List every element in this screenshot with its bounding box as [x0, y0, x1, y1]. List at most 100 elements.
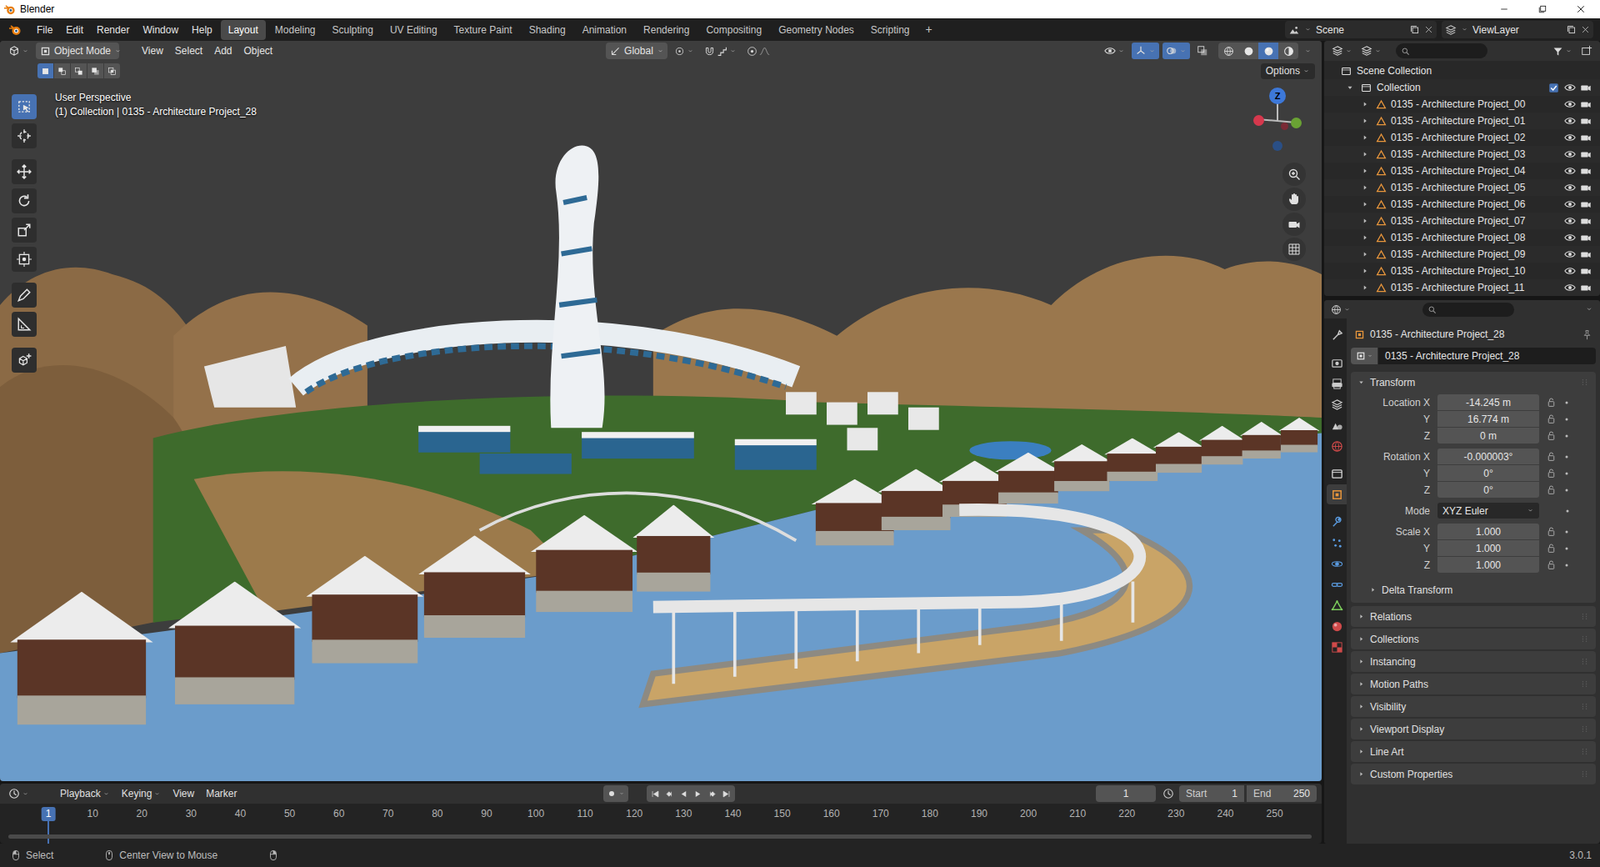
row-label[interactable]: 0135 - Architecture Project_03 [1390, 146, 1565, 162]
field-value[interactable]: 16.774 m [1467, 411, 1510, 427]
transform-tool[interactable] [11, 246, 37, 272]
workspace-tab[interactable]: Compositing [698, 20, 770, 40]
object-browse-button[interactable] [1350, 347, 1378, 365]
field-value[interactable]: 0° [1483, 465, 1493, 481]
start-frame-field[interactable]: Start1 [1179, 785, 1245, 802]
properties-editor[interactable]: 0135 - Architecture Project_280135 - Arc… [1324, 300, 1600, 844]
row-label[interactable]: Collection [1376, 80, 1549, 95]
panel-header[interactable]: Visibility [1350, 695, 1596, 717]
field-value[interactable]: 0 m [1480, 428, 1497, 444]
texture-tab[interactable] [1326, 636, 1347, 657]
pivot-button[interactable] [670, 42, 698, 60]
panel-title[interactable]: Motion Paths [1370, 676, 1575, 692]
addcube-tool[interactable] [11, 347, 37, 373]
panel-title[interactable]: Viewport Display [1370, 721, 1575, 737]
editor-type-button[interactable] [1328, 304, 1354, 315]
current-frame[interactable]: 1 [1123, 785, 1130, 801]
negative-x-handle[interactable] [1280, 122, 1289, 130]
render-toggle[interactable] [1580, 231, 1592, 244]
hand-view-button[interactable] [1282, 187, 1306, 211]
menu-item[interactable]: Help [185, 20, 220, 40]
select-mode-button[interactable] [37, 63, 54, 79]
row-label[interactable]: 0135 - Architecture Project_06 [1390, 196, 1565, 212]
select-mode-button[interactable] [87, 63, 104, 79]
navigation-gizmo[interactable]: Z [1242, 85, 1313, 156]
lock-icon[interactable] [1545, 450, 1557, 462]
expand-toggle[interactable] [1360, 233, 1376, 242]
visibility-button[interactable] [1100, 42, 1129, 60]
field-value[interactable]: XYZ Euler [1442, 503, 1527, 519]
lock-icon[interactable] [1545, 413, 1557, 425]
panel-header[interactable]: Transform [1350, 371, 1596, 393]
keyframe-icon[interactable] [1561, 451, 1572, 462]
render-toggle[interactable] [1580, 248, 1592, 260]
field-value[interactable]: 1.000 [1475, 524, 1501, 540]
playhead[interactable] [47, 820, 50, 844]
panel-title[interactable]: Relations [1370, 609, 1575, 625]
timeline-menu-label[interactable]: Marker [205, 785, 237, 801]
pin-icon[interactable] [1581, 329, 1593, 340]
shading-button[interactable] [1238, 42, 1259, 60]
visibility-toggle[interactable] [1564, 198, 1576, 210]
number-field[interactable]: -14.245 m [1437, 394, 1540, 410]
row-label[interactable]: 0135 - Architecture Project_02 [1390, 130, 1565, 145]
timeline-menu-label[interactable]: View [172, 785, 195, 801]
render-tab[interactable] [1326, 352, 1347, 373]
end-value[interactable]: 250 [1293, 785, 1310, 801]
object-name[interactable]: 0135 - Architecture Project_28 [1385, 348, 1520, 364]
proportional-button[interactable] [743, 42, 774, 60]
maximize-button[interactable] [1523, 0, 1562, 19]
panel-header[interactable]: Relations [1350, 605, 1596, 627]
editor-type-button[interactable] [5, 787, 33, 800]
lock-icon[interactable] [1545, 396, 1557, 408]
subpanel-title[interactable]: Delta Transform [1381, 582, 1453, 598]
panel-title[interactable]: Visibility [1370, 699, 1575, 715]
data-tab[interactable] [1326, 595, 1347, 615]
jumpend-button[interactable] [719, 785, 734, 802]
z-axis-handle[interactable]: Z [1269, 87, 1286, 105]
row-label[interactable]: 0135 - Architecture Project_05 [1390, 180, 1565, 195]
keyframe-icon[interactable] [1561, 414, 1572, 425]
render-toggle[interactable] [1580, 148, 1592, 160]
outliner-row[interactable]: 0135 - Architecture Project_10 [1324, 262, 1600, 280]
outliner-row[interactable]: 0135 - Architecture Project_00 [1324, 95, 1600, 113]
panel-title[interactable]: Custom Properties [1370, 766, 1575, 782]
material-tab[interactable] [1326, 615, 1347, 636]
render-toggle[interactable] [1580, 215, 1592, 227]
row-label[interactable]: 0135 - Architecture Project_09 [1390, 246, 1565, 262]
keyframe-icon[interactable] [1561, 543, 1572, 554]
view-layer-name[interactable]: ViewLayer [1472, 22, 1562, 38]
lock-icon[interactable] [1545, 467, 1557, 479]
keyframe-icon[interactable] [1561, 397, 1572, 408]
options-label[interactable]: Options [1265, 63, 1300, 79]
row-label[interactable]: 0135 - Architecture Project_07 [1390, 213, 1565, 229]
workspace-tab[interactable]: UV Editing [382, 20, 445, 40]
collection-tab[interactable] [1326, 463, 1347, 484]
menu-item[interactable]: Render [90, 20, 136, 40]
field-value[interactable]: 1.000 [1475, 540, 1501, 556]
shading-button[interactable] [1258, 42, 1279, 60]
visibility-toggle[interactable] [1564, 131, 1576, 144]
xray-button[interactable] [1193, 42, 1212, 60]
overlays-button[interactable] [1162, 42, 1190, 60]
keyframe-icon[interactable] [1561, 468, 1572, 479]
mode-dropdown[interactable]: XYZ Euler [1437, 502, 1540, 519]
view-layer-selector[interactable]: ViewLayer [1441, 20, 1594, 39]
viewport-menu[interactable]: Object [238, 41, 280, 60]
object-name-field[interactable]: 0135 - Architecture Project_28 [1378, 347, 1596, 365]
3d-viewport[interactable]: Object ModeViewSelectAddObjectGlobalOpti… [0, 40, 1322, 781]
measure-tool[interactable] [11, 311, 37, 337]
outliner-search[interactable] [1395, 43, 1488, 59]
cursor-tool[interactable] [11, 123, 37, 149]
timeline-ruler[interactable]: 1102030405060708090100110120130140150160… [0, 803, 1322, 844]
number-field[interactable]: 1.000 [1437, 540, 1540, 556]
constraints-tab[interactable] [1326, 574, 1347, 595]
rotate-tool[interactable] [11, 188, 37, 214]
modifiers-tab[interactable] [1326, 511, 1347, 532]
field-value[interactable]: 0° [1483, 482, 1493, 498]
panel-title[interactable]: Instancing [1370, 654, 1575, 670]
select-tool[interactable] [11, 94, 37, 120]
lock-icon[interactable] [1545, 430, 1557, 441]
row-label[interactable]: 0135 - Architecture Project_01 [1390, 113, 1565, 129]
outliner-row[interactable]: 0135 - Architecture Project_04 [1324, 162, 1600, 180]
